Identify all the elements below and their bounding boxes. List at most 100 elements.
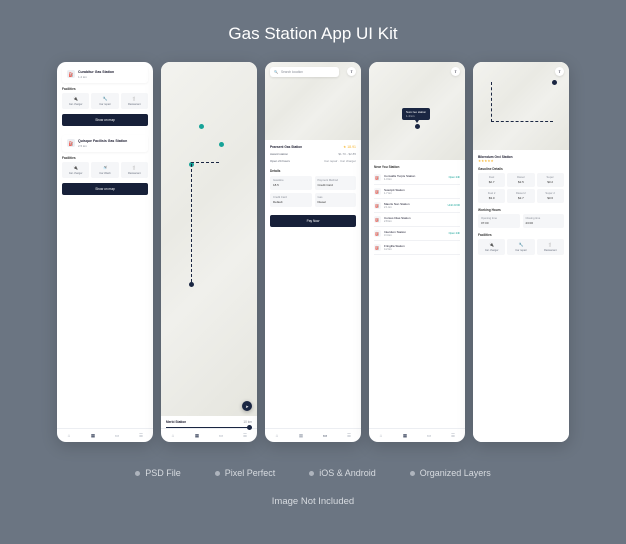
share-button[interactable]: ⇪ bbox=[451, 67, 460, 76]
list-item-distance: 2.1 km bbox=[384, 206, 445, 209]
facility-restaurant[interactable]: 🍴Restaurant bbox=[537, 239, 564, 255]
map-pin-selected[interactable] bbox=[415, 124, 420, 129]
gasoline-details-label: Gasoline Details bbox=[478, 167, 564, 171]
facilities-row: 🔌Car charger 🔧Car repair 🍴Restaurant bbox=[62, 93, 148, 109]
phone-payment: 🔍 Search location ⇪ Praesent Gas Station… bbox=[265, 62, 361, 442]
plug-icon: 🔌 bbox=[63, 96, 88, 101]
phone-map-route: ➤ Merbi Station 10 km ⌂ ▦ ▭ ☰ bbox=[161, 62, 257, 442]
nav-map[interactable]: ▦ bbox=[81, 429, 105, 442]
fuel-pump-icon: ⛽ bbox=[374, 216, 381, 223]
nav-wallet[interactable]: ▭ bbox=[105, 429, 129, 442]
fuel-pump-icon: ⛽ bbox=[374, 230, 381, 237]
callout-dist: 1.4 km bbox=[406, 114, 426, 118]
facility-repair[interactable]: 🔧Car repair bbox=[507, 239, 534, 255]
facility-wash[interactable]: 🚿Car Wash bbox=[91, 162, 118, 178]
facilities-label: Facilities bbox=[478, 233, 564, 237]
gas-type-cell[interactable]: GasDiesel bbox=[315, 193, 357, 207]
nav-home[interactable]: ⌂ bbox=[369, 429, 393, 442]
share-button[interactable]: ⇪ bbox=[555, 67, 564, 76]
map-area[interactable]: ➤ bbox=[161, 62, 257, 416]
bottom-nav: ⌂ ▦ ▭ ☰ bbox=[265, 428, 361, 442]
list-item[interactable]: ⛽Suscipit Station1.7 km bbox=[374, 185, 460, 199]
nav-home[interactable]: ⌂ bbox=[161, 429, 185, 442]
list-item[interactable]: ⛽Interdum Station3.4 kmOpen 24h bbox=[374, 227, 460, 241]
nav-profile[interactable]: ☰ bbox=[337, 429, 361, 442]
search-icon: 🔍 bbox=[274, 70, 278, 74]
pay-now-button[interactable]: Pay Now bbox=[270, 215, 356, 227]
station-sheet: Praesent Gas Station ★ 18.91 Award stati… bbox=[265, 140, 361, 428]
nav-home[interactable]: ⌂ bbox=[265, 429, 289, 442]
facility-charger[interactable]: 🔌Car charger bbox=[62, 93, 89, 109]
map-pin-station[interactable] bbox=[199, 124, 204, 129]
nav-profile[interactable]: ☰ bbox=[129, 429, 153, 442]
fuel-pump-icon: ⛽ bbox=[67, 70, 75, 78]
list-item-distance: 4.2 km bbox=[384, 248, 457, 251]
station-rating: ★★★★★ bbox=[478, 159, 564, 163]
show-on-map-button[interactable]: Show on map bbox=[62, 114, 148, 126]
list-item-distance: 2.8 km bbox=[384, 220, 457, 223]
award-label: Award station bbox=[270, 152, 288, 156]
phone-near-you: ⇪ Nunc leo station 1.4 km Near You Stati… bbox=[369, 62, 465, 442]
fuel-price-cell: Fuel$2.7 bbox=[478, 173, 505, 187]
nav-home[interactable]: ⌂ bbox=[57, 429, 81, 442]
station-name: Praesent Gas Station bbox=[270, 145, 302, 149]
list-item-status: Open 24h bbox=[449, 232, 460, 235]
list-item[interactable]: ⛽Convallis Turpis Station1.3 kmOpen 24h bbox=[374, 171, 460, 185]
facilities-row: 🔌Car charger 🔧Car repair 🍴Restaurant bbox=[478, 239, 564, 255]
list-item[interactable]: ⛽Cursus Dias Station2.8 km bbox=[374, 213, 460, 227]
locate-me-button[interactable]: ➤ bbox=[242, 401, 252, 411]
nav-map[interactable]: ▦ bbox=[289, 429, 313, 442]
fuel-price-cell: Diesel 2$2.7 bbox=[507, 189, 534, 203]
fork-knife-icon: 🍴 bbox=[538, 242, 563, 247]
nav-profile[interactable]: ☰ bbox=[233, 429, 257, 442]
fuel-price-cell: Super 2$3.6 bbox=[537, 189, 564, 203]
payment-method-cell[interactable]: Payment MethodCredit Card bbox=[315, 176, 357, 190]
map-callout[interactable]: Nunc leo station 1.4 km bbox=[402, 108, 430, 120]
facility-repair[interactable]: 🔧Car repair bbox=[91, 93, 118, 109]
fuel-grid: Fuel$2.7Diesel$2.5Super$3.2Fuel 2$3.0Die… bbox=[478, 173, 564, 203]
nav-wallet[interactable]: ▭ bbox=[209, 429, 233, 442]
nav-wallet[interactable]: ▭ bbox=[313, 429, 337, 442]
plug-icon: 🔌 bbox=[479, 242, 504, 247]
tag-charger: Car charger bbox=[340, 159, 356, 163]
bottom-nav: ⌂ ▦ ▭ ☰ bbox=[57, 428, 153, 442]
distance-slider[interactable] bbox=[166, 427, 252, 428]
share-button[interactable]: ⇪ bbox=[347, 67, 356, 76]
credit-card-cell[interactable]: Credit CardDefault bbox=[270, 193, 312, 207]
facility-restaurant[interactable]: 🍴Restaurant bbox=[121, 162, 148, 178]
map-area[interactable]: ⇪ Nunc leo station 1.4 km bbox=[369, 62, 465, 160]
phone-station-details: ⇪ Bibendum Orci Station ★★★★★ Gasoline D… bbox=[473, 62, 569, 442]
search-bar[interactable]: 🔍 Search location bbox=[270, 67, 339, 77]
nav-wallet[interactable]: ▭ bbox=[417, 429, 441, 442]
near-you-label: Near You Station bbox=[374, 165, 460, 169]
hours-label: Open 24 hours bbox=[270, 159, 290, 163]
facility-restaurant[interactable]: 🍴Restaurant bbox=[121, 93, 148, 109]
list-item-distance: 1.7 km bbox=[384, 192, 457, 195]
nav-map[interactable]: ▦ bbox=[185, 429, 209, 442]
nav-profile[interactable]: ☰ bbox=[441, 429, 465, 442]
gasoline-cell[interactable]: Gasoline18.5 bbox=[270, 176, 312, 190]
station-name: Merbi Station bbox=[166, 420, 186, 424]
facilities-label: Facilities bbox=[62, 156, 148, 160]
phones-row: ⛽ Curabitur Gas Station 1.2 km Facilitie… bbox=[57, 62, 569, 442]
feature-item: iOS & Android bbox=[309, 468, 376, 478]
map-pin-station[interactable] bbox=[219, 142, 224, 147]
price-range: $1.70 - $2.85 bbox=[338, 152, 356, 156]
station-slider-card: Merbi Station 10 km bbox=[161, 416, 257, 428]
footer-note: Image Not Included bbox=[272, 496, 354, 507]
map-area[interactable]: ⇪ bbox=[473, 62, 569, 150]
show-on-map-button[interactable]: Show on map bbox=[62, 183, 148, 195]
list-item[interactable]: ⛽Mauris Non Station2.1 kmUntil 23:00 bbox=[374, 199, 460, 213]
list-item[interactable]: ⛽Fringilla Station4.2 km bbox=[374, 241, 460, 255]
list-item-status: Open 24h bbox=[449, 176, 460, 179]
working-hours-label: Working Hours bbox=[478, 208, 564, 212]
station-name: Curabitur Gas Station bbox=[78, 70, 114, 74]
facilities-label: Facilities bbox=[62, 87, 148, 91]
facility-charger[interactable]: 🔌Car charger bbox=[478, 239, 505, 255]
nav-map[interactable]: ▦ bbox=[393, 429, 417, 442]
station-card-2: ⛽ Quisque Facilisis Gas Station 2.5 km bbox=[62, 135, 148, 152]
map-pin-user[interactable] bbox=[189, 282, 194, 287]
station-name: Quisque Facilisis Gas Station bbox=[78, 139, 127, 143]
facility-charger[interactable]: 🔌Car charger bbox=[62, 162, 89, 178]
closing-time: Closing time23:00 bbox=[523, 214, 565, 228]
